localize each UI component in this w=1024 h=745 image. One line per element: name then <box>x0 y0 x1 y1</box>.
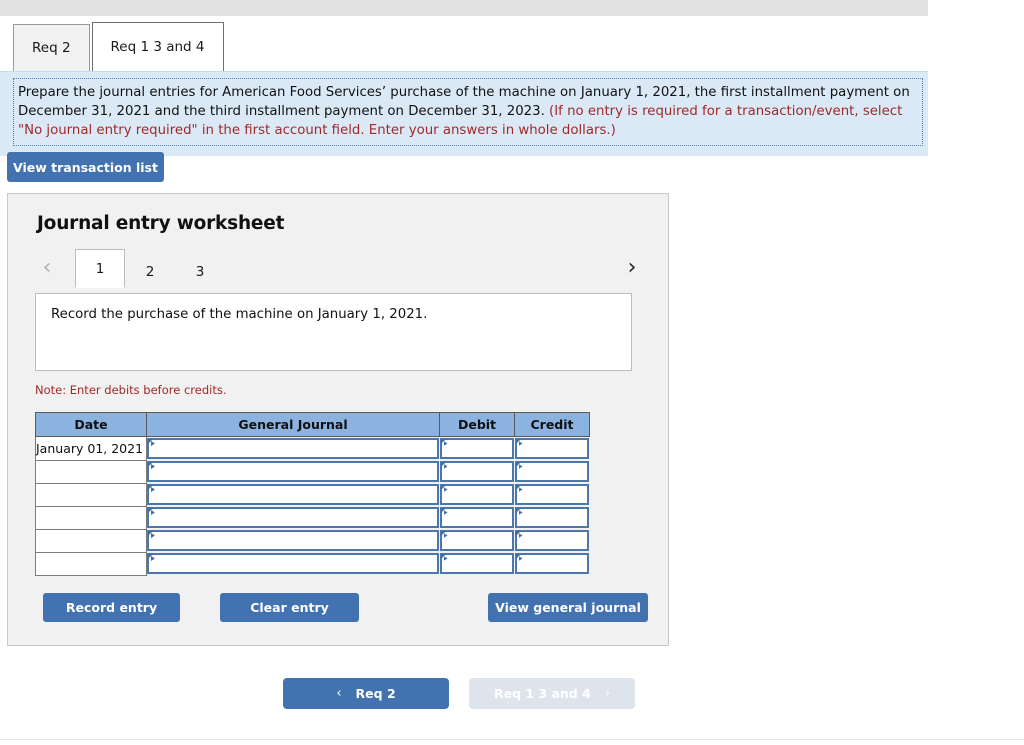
cell-date[interactable] <box>35 551 147 576</box>
cell-debit[interactable] <box>439 460 515 483</box>
table-row <box>35 482 590 507</box>
cell-credit[interactable] <box>514 506 590 529</box>
req-tab-req-2[interactable]: Req 2 <box>13 24 90 72</box>
journal-table-body: January 01, 2021 <box>35 436 590 576</box>
pager-tab-label: 1 <box>95 260 105 277</box>
general-journal-input[interactable] <box>147 530 439 551</box>
cell-credit[interactable] <box>514 436 590 460</box>
cell-debit[interactable] <box>439 552 515 575</box>
pager-tab-list: 1 2 3 <box>75 249 225 288</box>
general-journal-input[interactable] <box>147 553 439 574</box>
nav-prev-req-2-button[interactable]: ‹ Req 2 <box>283 678 449 709</box>
nav-prev-label: Req 2 <box>355 686 396 701</box>
general-journal-input[interactable] <box>147 438 439 459</box>
debit-input[interactable] <box>439 461 514 482</box>
cell-date[interactable] <box>35 505 147 530</box>
cell-general-journal[interactable] <box>146 506 440 529</box>
cell-date[interactable] <box>35 482 147 507</box>
table-row <box>35 459 590 484</box>
column-header-general-journal: General Journal <box>146 412 440 437</box>
table-header-row: Date General Journal Debit Credit <box>35 412 590 437</box>
credit-input[interactable] <box>514 484 589 505</box>
general-journal-input[interactable] <box>147 484 439 505</box>
pager-tab-1[interactable]: 1 <box>75 249 125 288</box>
credit-input[interactable] <box>514 530 589 551</box>
pager-tab-3[interactable]: 3 <box>175 255 225 288</box>
cell-credit[interactable] <box>514 483 590 506</box>
transaction-description-text: Record the purchase of the machine on Ja… <box>51 307 428 322</box>
debit-input[interactable] <box>439 553 514 574</box>
debit-input[interactable] <box>439 484 514 505</box>
req-tab-label: Req 1 3 and 4 <box>110 39 205 55</box>
chevron-right-icon[interactable]: › <box>622 255 642 281</box>
debit-input[interactable] <box>439 507 514 528</box>
cell-credit[interactable] <box>514 552 590 575</box>
cell-general-journal[interactable] <box>146 460 440 483</box>
table-row: January 01, 2021 <box>35 436 590 461</box>
top-gray-strip <box>0 0 928 16</box>
table-row <box>35 505 590 530</box>
column-header-date: Date <box>35 412 147 437</box>
table-row <box>35 551 590 576</box>
debit-input[interactable] <box>439 438 514 459</box>
view-transaction-list-button[interactable]: View transaction list <box>7 152 164 182</box>
instruction-text-box: Prepare the journal entries for American… <box>13 78 923 146</box>
cell-credit[interactable] <box>514 460 590 483</box>
table-row <box>35 528 590 553</box>
cell-general-journal[interactable] <box>146 483 440 506</box>
worksheet-pager: ‹ 1 2 3 › <box>37 249 642 288</box>
general-journal-input[interactable] <box>147 461 439 482</box>
bottom-navigation: ‹ Req 2 Req 1 3 and 4 › <box>283 678 635 710</box>
column-header-credit: Credit <box>514 412 590 437</box>
debit-input[interactable] <box>439 530 514 551</box>
worksheet-action-bar: Record entry Clear entry View general jo… <box>8 593 670 623</box>
nav-next-req-1-3-and-4-button: Req 1 3 and 4 › <box>469 678 635 709</box>
cell-general-journal[interactable] <box>146 529 440 552</box>
cell-debit[interactable] <box>439 483 515 506</box>
page-title: Journal entry worksheet <box>37 213 285 234</box>
cell-debit[interactable] <box>439 436 515 460</box>
credit-input[interactable] <box>514 438 589 459</box>
pager-tab-2[interactable]: 2 <box>125 255 175 288</box>
transaction-description-box: Record the purchase of the machine on Ja… <box>35 293 632 371</box>
req-tab-req-1-3-and-4[interactable]: Req 1 3 and 4 <box>91 22 224 72</box>
credit-input[interactable] <box>514 461 589 482</box>
chevron-right-icon: › <box>604 686 611 701</box>
credit-input[interactable] <box>514 507 589 528</box>
chevron-left-icon: ‹ <box>336 686 342 701</box>
nav-next-label: Req 1 3 and 4 <box>493 686 591 701</box>
cell-date[interactable] <box>35 459 147 484</box>
general-journal-input[interactable] <box>147 507 439 528</box>
column-header-debit: Debit <box>439 412 515 437</box>
cell-credit[interactable] <box>514 529 590 552</box>
req-tab-label: Req 2 <box>32 40 71 56</box>
cell-general-journal[interactable] <box>146 552 440 575</box>
clear-entry-button[interactable]: Clear entry <box>220 593 359 622</box>
instruction-banner: Prepare the journal entries for American… <box>0 72 928 156</box>
debits-before-credits-note: Note: Enter debits before credits. <box>35 383 227 397</box>
cell-debit[interactable] <box>439 506 515 529</box>
view-general-journal-button[interactable]: View general journal <box>488 593 648 622</box>
cell-debit[interactable] <box>439 529 515 552</box>
credit-input[interactable] <box>514 553 589 574</box>
page-root: Req 2 Req 1 3 and 4 Prepare the journal … <box>0 0 1024 745</box>
chevron-left-icon[interactable]: ‹ <box>37 255 57 281</box>
cell-general-journal[interactable] <box>146 436 440 460</box>
cell-date[interactable]: January 01, 2021 <box>35 436 147 461</box>
record-entry-button[interactable]: Record entry <box>43 593 180 622</box>
bottom-divider <box>0 739 1024 740</box>
pager-tab-label: 2 <box>145 263 155 280</box>
cell-date[interactable] <box>35 528 147 553</box>
requirement-tabs: Req 2 Req 1 3 and 4 <box>13 22 224 72</box>
pager-tab-label: 3 <box>195 263 205 280</box>
journal-entry-table: Date General Journal Debit Credit Januar… <box>35 412 590 576</box>
